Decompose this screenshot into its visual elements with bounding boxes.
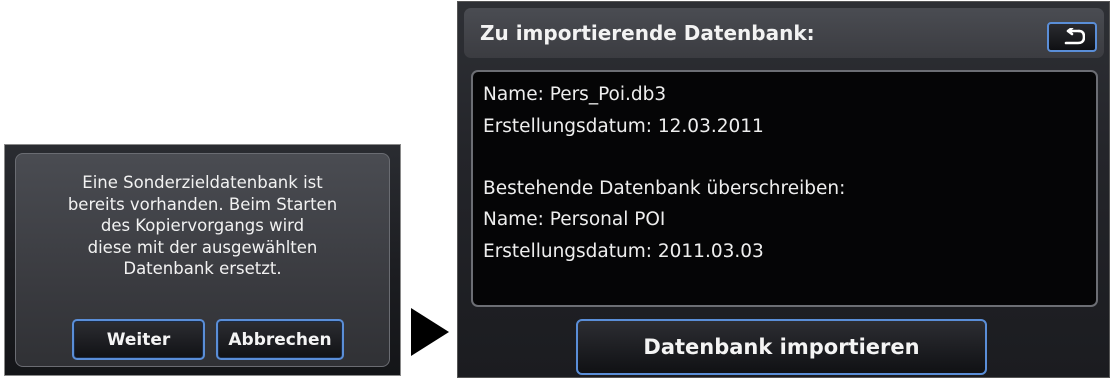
- existing-created-date: Erstellungsdatum: 2011.03.03: [483, 241, 764, 262]
- dialog-message-line: des Kopiervorgangs wird: [100, 216, 305, 235]
- existing-name: Name: Personal POI: [483, 209, 666, 230]
- import-name: Name: Pers_Poi.db3: [483, 84, 667, 105]
- next-step-arrow-icon: [411, 308, 449, 356]
- dialog-message-line: bereits vorhanden. Beim Starten: [67, 194, 338, 214]
- dialog-message: Eine Sonderzieldatenbank ist bereits vor…: [24, 172, 381, 280]
- overwrite-heading: Bestehende Datenbank überschreiben:: [483, 178, 846, 199]
- back-button[interactable]: [1047, 22, 1097, 52]
- warning-dialog: Eine Sonderzieldatenbank ist bereits vor…: [15, 153, 390, 367]
- database-info-panel: Name: Pers_Poi.db3 Erstellungsdatum: 12.…: [471, 70, 1098, 307]
- import-database-button[interactable]: Datenbank importieren: [576, 319, 987, 375]
- cancel-button[interactable]: Abbrechen: [216, 319, 344, 360]
- page-title: Zu importierende Datenbank:: [480, 21, 815, 45]
- import-screen: Zu importierende Datenbank: Name: Pers_P…: [457, 1, 1110, 378]
- title-bar: Zu importierende Datenbank:: [464, 8, 1104, 58]
- dialog-message-line: Datenbank ersetzt.: [123, 259, 282, 278]
- continue-button[interactable]: Weiter: [72, 319, 205, 360]
- left-screen: Eine Sonderzieldatenbank ist bereits vor…: [4, 144, 401, 376]
- dialog-message-line: diese mit der ausgewählten: [87, 237, 318, 257]
- back-arrow-icon: [1064, 28, 1085, 45]
- dialog-message-line: Eine Sonderzieldatenbank ist: [82, 173, 323, 192]
- import-created-date: Erstellungsdatum: 12.03.2011: [483, 116, 764, 137]
